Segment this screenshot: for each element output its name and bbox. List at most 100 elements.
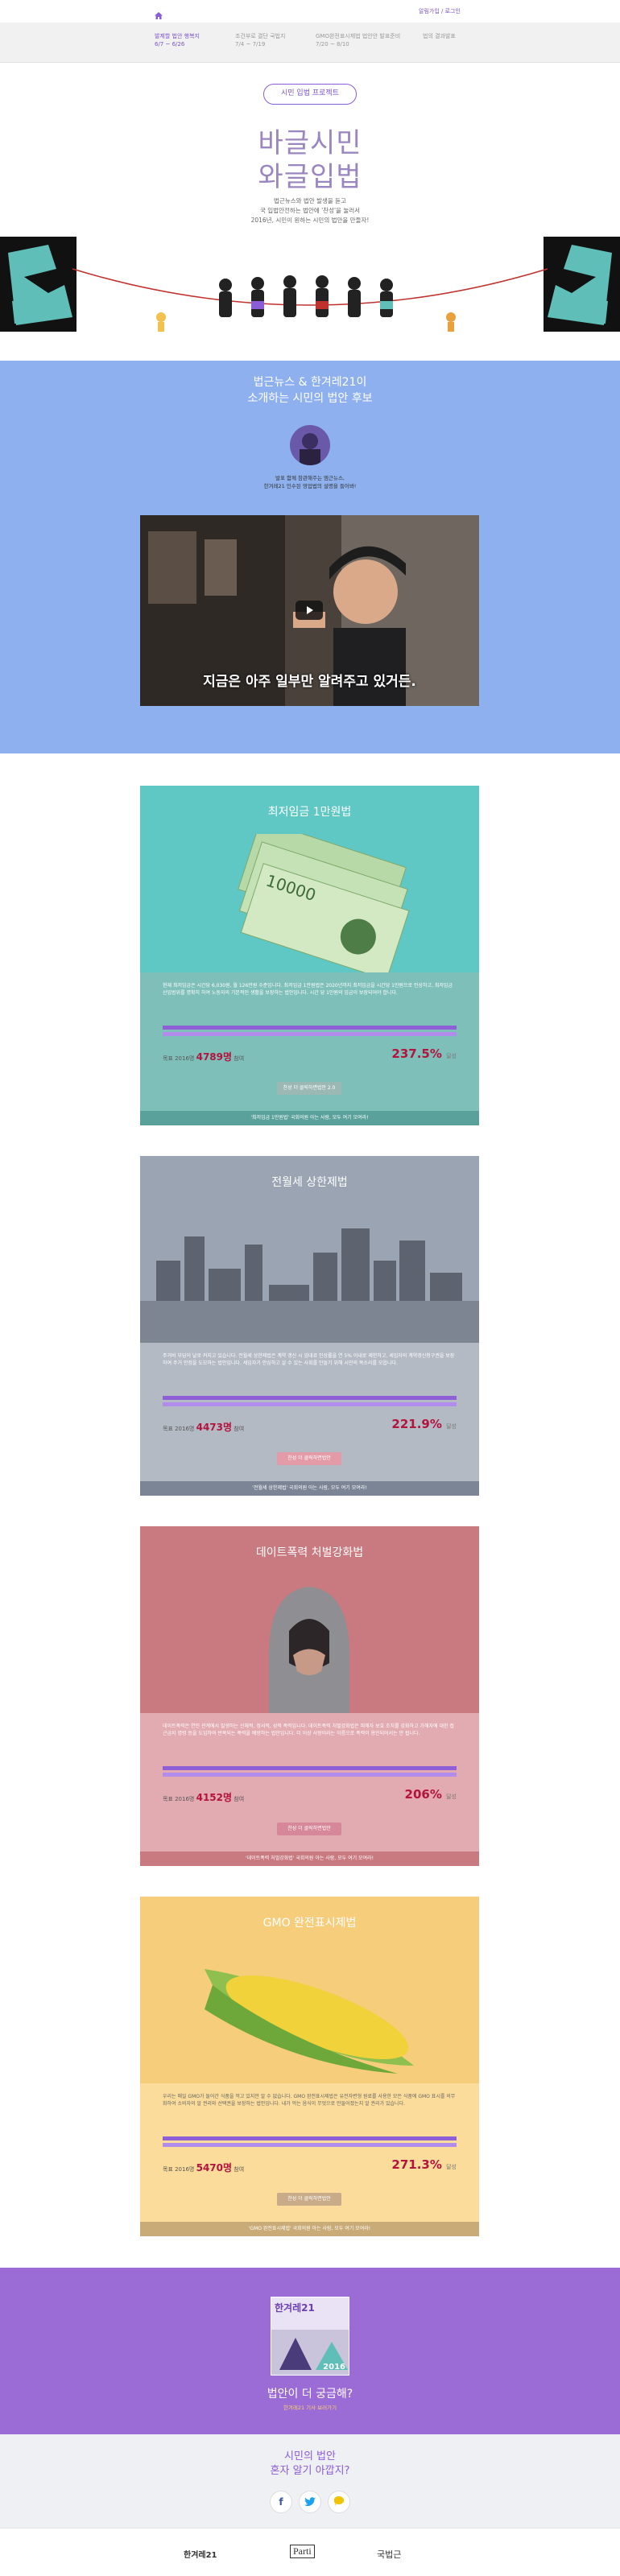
tab-stage-2-title: 조건부로 결단 국법지 xyxy=(235,33,286,39)
facebook-icon[interactable]: f xyxy=(270,2491,292,2513)
count-suffix: 참여 xyxy=(234,1796,245,1802)
tab-stage-2-date: 7/4 ~ 7/19 xyxy=(235,41,266,47)
card-image-area: 데이트폭력 처벌강화법 xyxy=(140,1526,479,1713)
hankyoreh21-logo[interactable]: 한겨레21 xyxy=(184,2548,217,2560)
magazine-cover-year: 2016 xyxy=(323,2363,345,2372)
achievement-rate: 271.3% 달성 xyxy=(391,2157,457,2172)
magazine-cover-title: 한겨레21 xyxy=(275,2302,315,2314)
card-description: 우리는 매일 GMO가 들어간 식품을 먹고 있지만 알 수 없습니다. GMO… xyxy=(163,2094,456,2107)
magazine-cover[interactable]: 한겨레21 2016 xyxy=(271,2297,349,2376)
tab-stage-1[interactable]: 발제할 법안 행복지 6/7 ~ 6/26 xyxy=(155,32,200,48)
kakao-icon[interactable] xyxy=(328,2491,350,2513)
top-bar: 알림가입 / 로그인 xyxy=(0,0,620,23)
video-subtitle: 지금은 아주 일부만 알려주고 있거든. xyxy=(203,674,416,690)
partner-logo[interactable]: 국법근 xyxy=(377,2548,401,2561)
card-title: 전월세 상한제법 xyxy=(271,1176,348,1189)
tab-stage-3[interactable]: GMO완전표시제법 법안안 발표준비 7/20 ~ 8/10 xyxy=(316,32,400,48)
count-suffix: 참여 xyxy=(234,1426,245,1432)
support-button[interactable]: 찬성 더 클릭하면법안 xyxy=(277,2193,341,2206)
card-footer-link[interactable]: '최저임금 1만원법' 국회의원 아는 사람, 모두 여기 모여라! xyxy=(140,1111,479,1125)
video-caption-2: 한겨레21 인수된 영업법의 설명을 들어봐! xyxy=(263,483,357,489)
hooded-person-illustration xyxy=(269,1587,349,1713)
card-body: 현재 최저임금은 시간당 6,030원, 월 126만원 수준입니다. 최저임금… xyxy=(140,972,479,1111)
card-description: 현재 최저임금은 시간당 6,030원, 월 126만원 수준입니다. 최저임금… xyxy=(163,983,453,996)
progress-bar-secondary xyxy=(163,1773,457,1777)
card-footer-link[interactable]: 'GMO 완전표시제법' 국회의원 아는 사람, 모두 여기 모여라! xyxy=(140,2222,479,2236)
tab-stage-4-title: 법의 결과발표 xyxy=(423,33,456,39)
achievement-rate: 237.5% 달성 xyxy=(391,1046,457,1061)
card-description: 데이트폭력은 연인 관계에서 발생하는 신체적, 정서적, 성적 폭력입니다. … xyxy=(163,1724,454,1736)
card-body: 데이트폭력은 연인 관계에서 발생하는 신체적, 정서적, 성적 폭력입니다. … xyxy=(140,1713,479,1852)
pct-suffix: 달성 xyxy=(446,2164,457,2170)
card-footer-link[interactable]: '전월세 상한제법' 국회의원 아는 사람, 모두 여기 모여라! xyxy=(140,1481,479,1496)
achievement-pct: 237.5% xyxy=(391,1046,442,1061)
pct-suffix: 달성 xyxy=(446,1423,457,1430)
share-section: 시민의 법안 혼자 알기 아깝지? f xyxy=(0,2434,620,2528)
hero-intro-2: 국 입법안전하는 법안에 '찬성'을 눌러서 xyxy=(259,207,361,214)
progress-bar-secondary xyxy=(163,1402,457,1406)
progress-bar xyxy=(163,2136,457,2140)
goal-count: 목표 2016명 4152명 참여 xyxy=(163,1790,244,1804)
goal-count: 목표 2016명 5470명 참여 xyxy=(163,2161,244,2174)
magazine-link[interactable]: 한겨레21 기사 보러가기 xyxy=(0,2403,620,2411)
video-player[interactable]: 지금은 아주 일부만 알려주고 있거든. xyxy=(140,515,479,706)
pct-suffix: 달성 xyxy=(446,1053,457,1059)
pct-suffix: 달성 xyxy=(446,1794,457,1800)
hero-intro-1: 법근뉴스와 법안 발생을 듣고 xyxy=(274,197,346,204)
magazine-question: 법안이 더 궁금해? xyxy=(267,2388,353,2401)
achievement-pct: 271.3% xyxy=(391,2157,442,2172)
magazine-section: 한겨레21 2016 법안이 더 궁금해? 한겨레21 기사 보러가기 xyxy=(0,2268,620,2434)
project-pill: 시민 입법 프로젝트 xyxy=(263,84,357,105)
count-suffix: 참여 xyxy=(234,1055,245,1062)
card-image-area: 최저임금 1만원법 10000 xyxy=(140,786,479,972)
participant-count: 4789명 xyxy=(196,1051,233,1063)
video-section-title-2: 소개하는 시민의 법안 후보 xyxy=(247,392,373,405)
support-button[interactable]: 찬성 더 클릭하면법안 xyxy=(277,1452,341,1465)
stage-tabs: 발제할 법안 행복지 6/7 ~ 6/26 조건부로 결단 국법지 7/4 ~ 7/… xyxy=(0,23,620,63)
tab-stage-1-date: 6/7 ~ 6/26 xyxy=(155,41,185,47)
share-title-1: 시민의 법안 xyxy=(284,2450,336,2462)
bill-card-minimum-wage: 최저임금 1만원법 10000 현재 최저임금은 시간당 6,030원, 월 1… xyxy=(140,786,479,1125)
tab-stage-2[interactable]: 조건부로 결단 국법지 7/4 ~ 7/19 xyxy=(235,32,285,48)
video-section: 법근뉴스 & 한겨레21이 소개하는 시민의 법안 후보 발표 함께 참관해주는… xyxy=(0,361,620,753)
tug-of-war-illustration xyxy=(0,237,620,332)
hero-section: 시민 입법 프로젝트 바글시민 와글입법 법근뉴스와 법안 발생을 듣고 국 입… xyxy=(0,63,620,361)
achievement-rate: 221.9% 달성 xyxy=(391,1417,457,1431)
play-icon[interactable] xyxy=(296,601,323,620)
card-footer-link[interactable]: '데이트폭력 처벌강화법' 국회의원 아는 사람, 모두 여기 모여라! xyxy=(140,1852,479,1866)
share-title-2: 혼자 알기 아깝지? xyxy=(270,2465,350,2477)
home-icon[interactable] xyxy=(155,7,163,19)
corn-illustration xyxy=(205,1969,414,2074)
goal-label: 목표 2016명 xyxy=(163,1426,195,1432)
support-button[interactable]: 찬성 더 클릭하면법안 2.0 xyxy=(277,1082,341,1095)
card-title: 데이트폭력 처벌강화법 xyxy=(255,1546,364,1559)
progress-bar-secondary xyxy=(163,2143,457,2147)
card-body: 우리는 매일 GMO가 들어간 식품을 먹고 있지만 알 수 없습니다. GMO… xyxy=(140,2083,479,2222)
login-link[interactable]: 알림가입 / 로그인 xyxy=(419,7,461,15)
card-image-area: GMO 완전표시제법 xyxy=(140,1897,479,2083)
video-caption-1: 발표 함께 참관해주는 엠근뉴스, xyxy=(275,475,345,481)
card-description: 주거비 부담이 날로 커지고 있습니다. 전월세 상한제법은 계약 갱신 시 임… xyxy=(163,1353,455,1366)
participant-count: 4152명 xyxy=(196,1792,233,1803)
card-image-area: 전월세 상한제법 xyxy=(140,1156,479,1343)
goal-label: 목표 2016명 xyxy=(163,2166,195,2173)
footer: 한겨레21 Parti 국법근 xyxy=(0,2528,620,2576)
card-title: GMO 완전표시제법 xyxy=(262,1917,357,1930)
bill-card-rent-cap: 전월세 상한제법 주거비 부담이 날로 커지고 있습니다. 전월세 상한제법은 … xyxy=(140,1156,479,1496)
card-title: 최저임금 1만원법 xyxy=(267,806,352,819)
participant-count: 5470명 xyxy=(196,2162,233,2174)
count-suffix: 참여 xyxy=(234,2166,245,2173)
progress-bar xyxy=(163,1396,457,1400)
progress-bar-secondary xyxy=(163,1032,457,1036)
support-button[interactable]: 찬성 더 클릭하면법안 xyxy=(277,1823,341,1835)
parti-logo[interactable]: Parti xyxy=(290,2545,315,2558)
bill-card-gmo-labeling: GMO 완전표시제법 우리는 매일 GMO가 들어간 식품을 먹고 있지만 알 … xyxy=(140,1897,479,2236)
progress-bar xyxy=(163,1766,457,1770)
tab-stage-4[interactable]: 법의 결과발표 xyxy=(423,32,456,40)
card-body: 주거비 부담이 날로 커지고 있습니다. 전월세 상한제법은 계약 갱신 시 임… xyxy=(140,1343,479,1481)
hero-title-line2: 와글입법 xyxy=(258,161,362,193)
achievement-rate: 206% 달성 xyxy=(405,1787,457,1802)
tab-stage-3-date: 7/20 ~ 8/10 xyxy=(316,41,349,47)
twitter-icon[interactable] xyxy=(299,2491,321,2513)
achievement-pct: 206% xyxy=(404,1787,442,1802)
